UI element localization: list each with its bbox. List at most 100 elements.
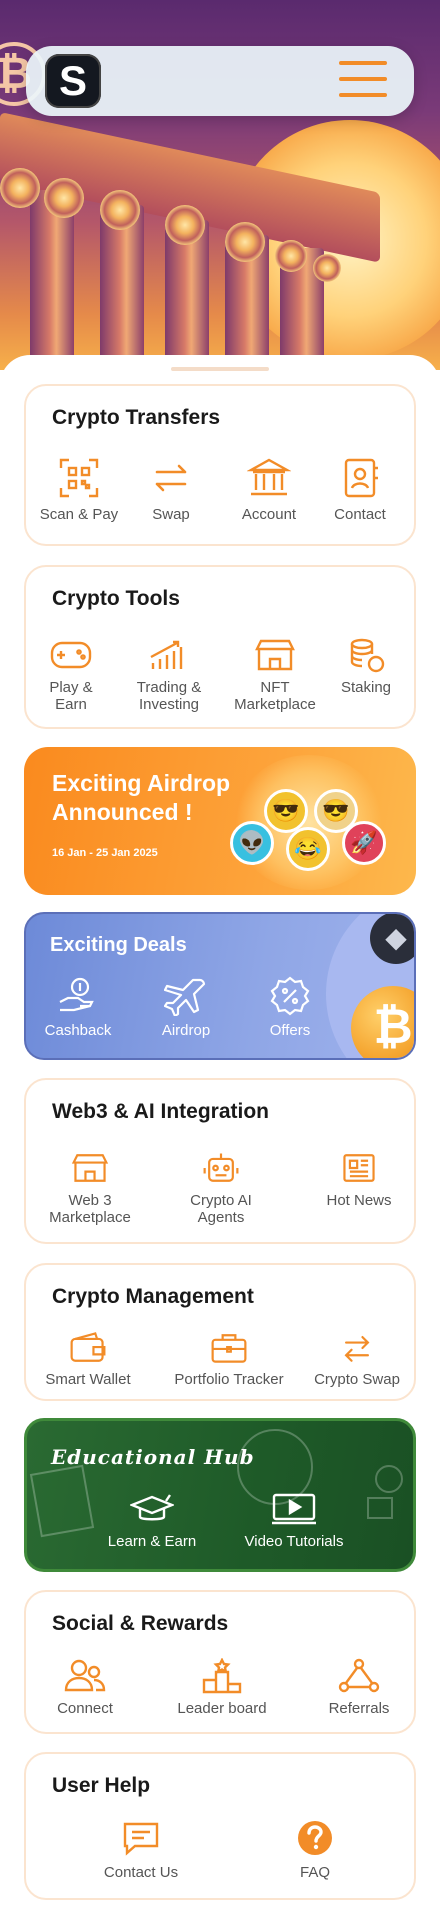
question-mark-icon bbox=[298, 1821, 332, 1855]
briefcase-icon bbox=[211, 1334, 247, 1363]
item-label: Staking bbox=[340, 679, 392, 696]
item-label: Crypto Swap bbox=[314, 1371, 400, 1388]
video-play-icon bbox=[272, 1493, 316, 1525]
drag-handle[interactable] bbox=[171, 367, 269, 371]
emoji-coin-icon: 😎 bbox=[264, 789, 308, 833]
airplane-icon bbox=[164, 978, 206, 1016]
swap-arrows-icon bbox=[155, 464, 187, 492]
scan-and-pay-button[interactable]: Scan & Pay bbox=[36, 456, 122, 523]
storefront-icon bbox=[71, 1154, 109, 1182]
deals-title: Exciting Deals bbox=[50, 934, 187, 956]
airdrop-date: 16 Jan - 25 Jan 2025 bbox=[52, 847, 158, 859]
item-label: Offers bbox=[269, 1022, 311, 1039]
contact-us-button[interactable]: Contact Us bbox=[86, 1818, 196, 1881]
app-logo[interactable]: S bbox=[45, 54, 101, 108]
card-title: Web3 & AI Integration bbox=[52, 1100, 270, 1123]
hamburger-menu-icon[interactable] bbox=[339, 61, 387, 101]
exciting-deals-card: ◆ ₿ Exciting Deals Cashback Airdrop Offe… bbox=[24, 912, 416, 1060]
robot-icon bbox=[203, 1153, 239, 1182]
item-label: Scan & Pay bbox=[39, 506, 119, 523]
logo-letter: S bbox=[58, 57, 87, 104]
card-title: Social & Rewards bbox=[52, 1612, 229, 1635]
faq-button[interactable]: FAQ bbox=[266, 1818, 364, 1881]
portfolio-tracker-button[interactable]: Portfolio Tracker bbox=[160, 1331, 298, 1388]
shape-doodle bbox=[367, 1497, 393, 1519]
contact-button[interactable]: Contact bbox=[320, 456, 400, 523]
gamepad-icon bbox=[50, 641, 92, 669]
airdrop-promo-banner[interactable]: Exciting Airdrop Announced ! 16 Jan - 25… bbox=[24, 747, 416, 895]
chat-bubble-icon bbox=[123, 1822, 159, 1856]
connect-button[interactable]: Connect bbox=[40, 1658, 130, 1717]
item-label: Portfolio Tracker bbox=[174, 1371, 284, 1388]
volute-ornament bbox=[313, 254, 341, 282]
leaderboard-button[interactable]: Leader board bbox=[170, 1658, 274, 1717]
volute-ornament bbox=[100, 190, 140, 230]
coin-stack-icon bbox=[350, 638, 385, 673]
qr-code-icon bbox=[59, 458, 99, 498]
learn-and-earn-button[interactable]: Learn & Earn bbox=[93, 1491, 211, 1550]
users-icon bbox=[64, 1659, 106, 1692]
newspaper-icon bbox=[343, 1154, 375, 1182]
volute-ornament bbox=[275, 240, 307, 272]
wallet-icon bbox=[70, 1332, 106, 1362]
item-label: NFT Marketplace bbox=[234, 679, 316, 713]
item-label: FAQ bbox=[299, 1864, 330, 1881]
cashback-hand-icon bbox=[59, 977, 94, 1012]
offers-button[interactable]: Offers bbox=[250, 976, 330, 1039]
item-label: Contact Us bbox=[103, 1864, 179, 1881]
item-label: Smart Wallet bbox=[45, 1371, 131, 1388]
podium-icon bbox=[202, 1658, 242, 1694]
crypto-tools-card: Crypto Tools Play & Earn Trading & Inves… bbox=[24, 565, 416, 729]
cashback-button[interactable]: Cashback bbox=[36, 976, 120, 1039]
top-navigation-bar: S bbox=[26, 46, 414, 116]
trading-and-investing-button[interactable]: Trading & Investing bbox=[124, 637, 214, 713]
emoji-coin-icon: 👽 bbox=[230, 821, 274, 865]
web3-ai-card: Web3 & AI Integration Web 3 Marketplace … bbox=[24, 1078, 416, 1244]
contact-book-icon bbox=[344, 458, 378, 498]
account-button[interactable]: Account bbox=[226, 456, 312, 523]
item-label: Cashback bbox=[44, 1022, 112, 1039]
web3-marketplace-button[interactable]: Web 3 Marketplace bbox=[36, 1150, 144, 1226]
item-label: Leader board bbox=[177, 1700, 267, 1717]
play-and-earn-button[interactable]: Play & Earn bbox=[36, 637, 106, 713]
item-label: Video Tutorials bbox=[244, 1533, 344, 1550]
item-label: Swap bbox=[152, 506, 190, 523]
item-label: Trading & Investing bbox=[136, 679, 202, 713]
hot-news-button[interactable]: Hot News bbox=[316, 1150, 402, 1209]
staking-button[interactable]: Staking bbox=[326, 637, 406, 696]
item-label: Airdrop bbox=[161, 1022, 211, 1039]
emoji-coin-icon: 😂 bbox=[286, 827, 330, 871]
crypto-ai-agents-button[interactable]: Crypto AI Agents bbox=[172, 1150, 270, 1226]
card-title: Crypto Tools bbox=[52, 587, 180, 610]
referrals-button[interactable]: Referrals bbox=[316, 1658, 402, 1717]
item-label: Connect bbox=[57, 1700, 113, 1717]
swap-button[interactable]: Swap bbox=[136, 456, 206, 523]
card-title: Crypto Management bbox=[52, 1285, 254, 1308]
educational-hub-card: Educational Hub Learn & Earn Video Tutor… bbox=[24, 1418, 416, 1572]
social-rewards-card: Social & Rewards Connect Leader board Re… bbox=[24, 1590, 416, 1734]
bar-chart-growth-icon bbox=[150, 640, 183, 669]
airdrop-title: Exciting Airdrop Announced ! bbox=[52, 770, 231, 825]
crypto-swap-button[interactable]: Crypto Swap bbox=[304, 1331, 410, 1388]
airdrop-button[interactable]: Airdrop bbox=[146, 976, 226, 1039]
volute-ornament bbox=[44, 178, 84, 218]
smart-wallet-button[interactable]: Smart Wallet bbox=[32, 1331, 144, 1388]
item-label: Referrals bbox=[328, 1700, 390, 1717]
crypto-transfers-card: Crypto Transfers Scan & Pay Swap Account… bbox=[24, 384, 416, 546]
volute-ornament bbox=[165, 205, 205, 245]
shape-doodle bbox=[375, 1465, 403, 1493]
item-label: Web 3 Marketplace bbox=[49, 1192, 131, 1226]
storefront-icon bbox=[255, 639, 295, 671]
item-label: Hot News bbox=[326, 1192, 392, 1209]
item-label: Learn & Earn bbox=[107, 1533, 197, 1550]
discount-badge-icon bbox=[270, 976, 310, 1016]
video-tutorials-button[interactable]: Video Tutorials bbox=[235, 1491, 353, 1550]
network-icon bbox=[338, 1658, 380, 1693]
graduation-cap-icon bbox=[130, 1494, 174, 1521]
card-title: User Help bbox=[52, 1774, 151, 1797]
chalkboard-doodle bbox=[29, 1464, 95, 1538]
item-label: Crypto AI Agents bbox=[190, 1192, 252, 1226]
nft-marketplace-button[interactable]: NFT Marketplace bbox=[222, 637, 328, 713]
ethereum-icon: ◆ bbox=[370, 914, 414, 964]
emoji-coin-icon: 🚀 bbox=[342, 821, 386, 865]
